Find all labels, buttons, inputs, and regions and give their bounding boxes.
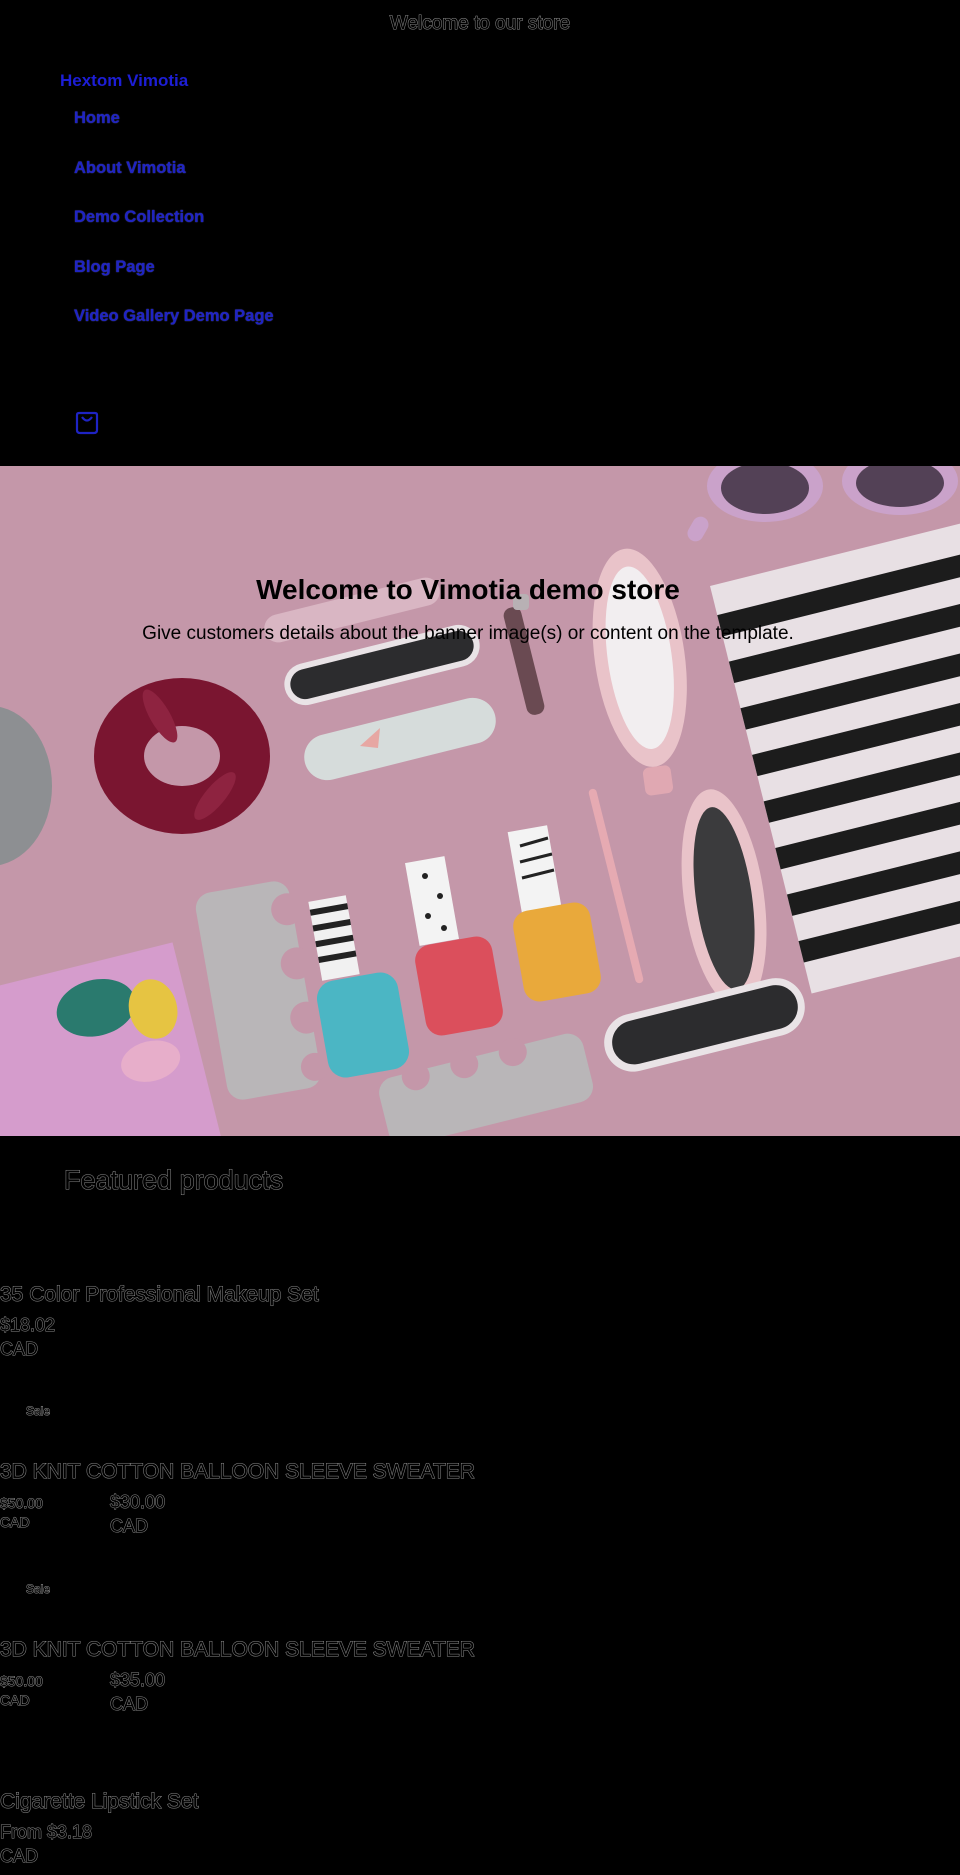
product-card[interactable]: 35 Color Professional Makeup Set $18.02 … — [0, 1283, 700, 1361]
nav-item-home: Home — [74, 109, 274, 159]
compare-currency: CAD — [0, 1692, 30, 1709]
nav-item-blog: Blog Page — [74, 258, 274, 308]
brand-logo[interactable]: Hextom Vimotia — [60, 71, 188, 91]
nav-link-about[interactable]: About Vimotia — [74, 159, 186, 177]
cart-button[interactable] — [74, 410, 100, 436]
compare-price: $50.00 — [0, 1673, 43, 1690]
price-row: $50.00 CAD $30.00 CAD — [0, 1490, 700, 1538]
sale-price-block: $30.00 CAD — [109, 1490, 166, 1538]
cart-icon — [75, 411, 99, 435]
featured-products-heading: Featured products — [63, 1165, 284, 1196]
nav-link-home[interactable]: Home — [74, 109, 120, 127]
product-title[interactable]: 3D KNIT COTTON BALLOON SLEEVE SWEATER — [0, 1460, 700, 1484]
hero-banner — [0, 466, 960, 1136]
product-card[interactable]: 3D KNIT COTTON BALLOON SLEEVE SWEATER $5… — [0, 1638, 700, 1716]
sale-badge: Sale — [25, 1404, 51, 1419]
product-card[interactable]: 3D KNIT COTTON BALLOON SLEEVE SWEATER $5… — [0, 1460, 700, 1538]
sale-price: $35.00 — [109, 1670, 166, 1691]
nav-link-demo-collection[interactable]: Demo Collection — [74, 208, 204, 226]
sale-price: $30.00 — [109, 1492, 166, 1513]
product-price: $18.02 — [0, 1315, 56, 1336]
sale-price-block: $35.00 CAD — [109, 1668, 166, 1716]
compare-price-block: $50.00 CAD — [0, 1668, 110, 1710]
product-currency: CAD — [0, 1846, 39, 1867]
hero-title: Welcome to Vimotia demo store — [256, 574, 680, 605]
compare-currency: CAD — [0, 1514, 30, 1531]
nav-item-demo-collection: Demo Collection — [74, 208, 274, 258]
price-row: $50.00 CAD $35.00 CAD — [0, 1668, 700, 1716]
product-card[interactable]: Cigarette Lipstick Set From $3.18 CAD — [0, 1790, 700, 1868]
nav-item-video-gallery: Video Gallery Demo Page — [74, 307, 274, 357]
hero-subtitle: Give customers details about the banner … — [142, 623, 794, 644]
product-title[interactable]: 3D KNIT COTTON BALLOON SLEEVE SWEATER — [0, 1638, 700, 1662]
compare-price-block: $50.00 CAD — [0, 1490, 110, 1532]
nav-item-about: About Vimotia — [74, 159, 274, 209]
compare-price: $50.00 — [0, 1495, 43, 1512]
sale-currency: CAD — [109, 1516, 149, 1537]
hero-image — [0, 466, 960, 1136]
main-nav: Home About Vimotia Demo Collection Blog … — [74, 109, 274, 357]
nav-link-blog[interactable]: Blog Page — [74, 258, 155, 276]
announcement-text: Welcome to our store — [389, 13, 571, 35]
sale-currency: CAD — [109, 1694, 149, 1715]
announcement-bar: Welcome to our store — [0, 0, 960, 48]
product-currency: CAD — [0, 1339, 39, 1360]
product-price: From $3.18 — [0, 1822, 93, 1843]
product-title[interactable]: Cigarette Lipstick Set — [0, 1790, 700, 1814]
sale-badge: Sale — [25, 1582, 51, 1597]
nav-link-video-gallery[interactable]: Video Gallery Demo Page — [74, 307, 274, 325]
product-title[interactable]: 35 Color Professional Makeup Set — [0, 1283, 700, 1307]
